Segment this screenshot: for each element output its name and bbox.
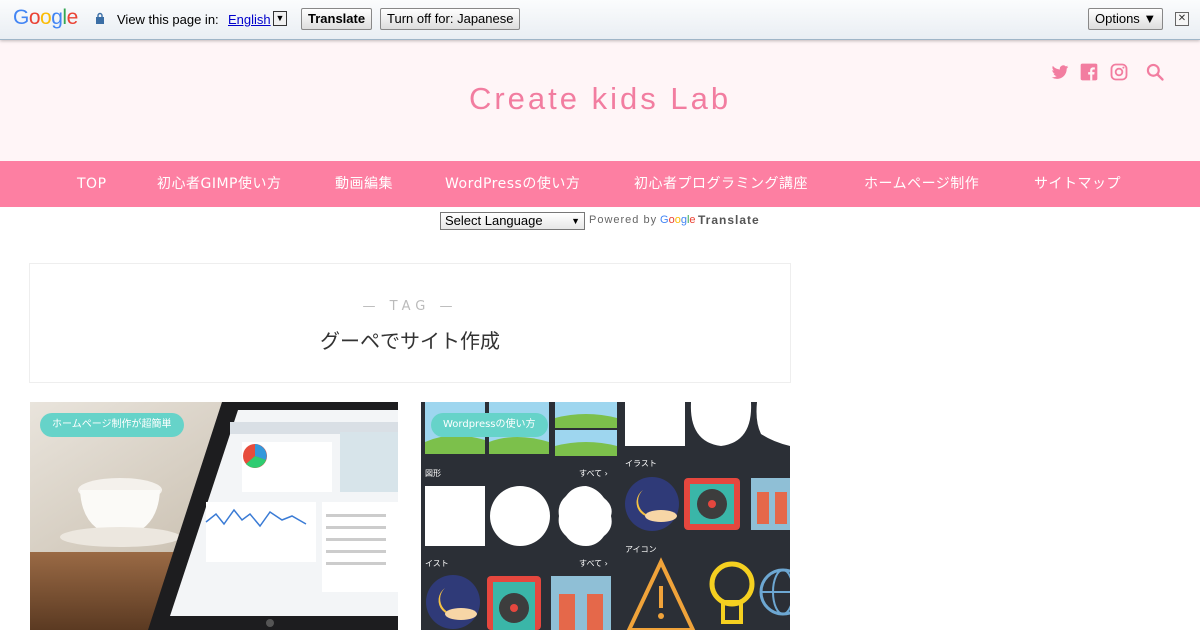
nav-item-gimp[interactable]: 初心者GIMP使い方	[157, 161, 282, 207]
instagram-icon[interactable]	[1109, 62, 1129, 82]
article-card-2[interactable]: 図形 すべて › イラスト アイコン イスト すべて › Wordpressの使…	[421, 402, 790, 630]
search-icon[interactable]	[1145, 62, 1165, 82]
google-mini-logo[interactable]: Google	[660, 214, 696, 226]
language-link[interactable]: English	[228, 12, 271, 27]
site-header: Create kids Lab	[0, 40, 1200, 161]
icon-label: アイコン	[625, 545, 657, 554]
close-icon[interactable]: ✕	[1175, 12, 1189, 26]
language-select[interactable]: Select Language ▼	[440, 212, 585, 230]
lock-icon	[96, 12, 104, 24]
nav-item-homepage[interactable]: ホームページ制作	[864, 161, 979, 207]
nav-item-programming[interactable]: 初心者プログラミング講座	[634, 161, 808, 207]
facebook-icon[interactable]	[1079, 62, 1099, 82]
translate-button[interactable]: Translate	[301, 8, 373, 30]
options-button[interactable]: Options ▼	[1088, 8, 1164, 30]
twitter-icon[interactable]	[1050, 62, 1070, 82]
tag-title: グーペでサイト作成	[320, 329, 500, 353]
nav-item-top[interactable]: TOP	[77, 161, 107, 207]
powered-by-text: Powered by	[589, 214, 658, 226]
illust-label-2: イスト	[425, 559, 449, 568]
see-all-link-1[interactable]: すべて ›	[579, 469, 608, 478]
translate-link[interactable]: Translate	[698, 213, 760, 227]
category-badge[interactable]: Wordpressの使い方	[431, 413, 548, 437]
nav-item-wordpress[interactable]: WordPressの使い方	[445, 161, 580, 207]
main-nav: TOP 初心者GIMP使い方 動画編集 WordPressの使い方 初心者プログ…	[0, 161, 1200, 207]
google-translate-bar: Google View this page in: English ▼ Tran…	[0, 0, 1200, 40]
view-page-text: View this page in:	[117, 12, 219, 27]
nav-item-sitemap[interactable]: サイトマップ	[1034, 161, 1121, 207]
see-all-link-2[interactable]: すべて ›	[579, 559, 608, 568]
site-title[interactable]: Create kids Lab	[0, 81, 1200, 117]
article-card-1[interactable]: ホームページ制作が超簡単	[30, 402, 398, 630]
nav-item-video-editing[interactable]: 動画編集	[335, 161, 393, 207]
language-dropdown-icon[interactable]: ▼	[273, 11, 287, 26]
shape-label: 図形	[425, 469, 441, 478]
illust-label-1: イラスト	[625, 459, 657, 468]
dropdown-arrow-icon: ▼	[571, 216, 580, 226]
tag-label: — TAG —	[362, 299, 458, 314]
tag-header-box: — TAG — グーペでサイト作成	[29, 263, 791, 383]
category-badge[interactable]: ホームページ制作が超簡単	[40, 413, 184, 437]
language-select-value: Select Language	[445, 213, 543, 228]
turn-off-button[interactable]: Turn off for: Japanese	[380, 8, 521, 30]
google-logo: Google	[13, 6, 78, 29]
